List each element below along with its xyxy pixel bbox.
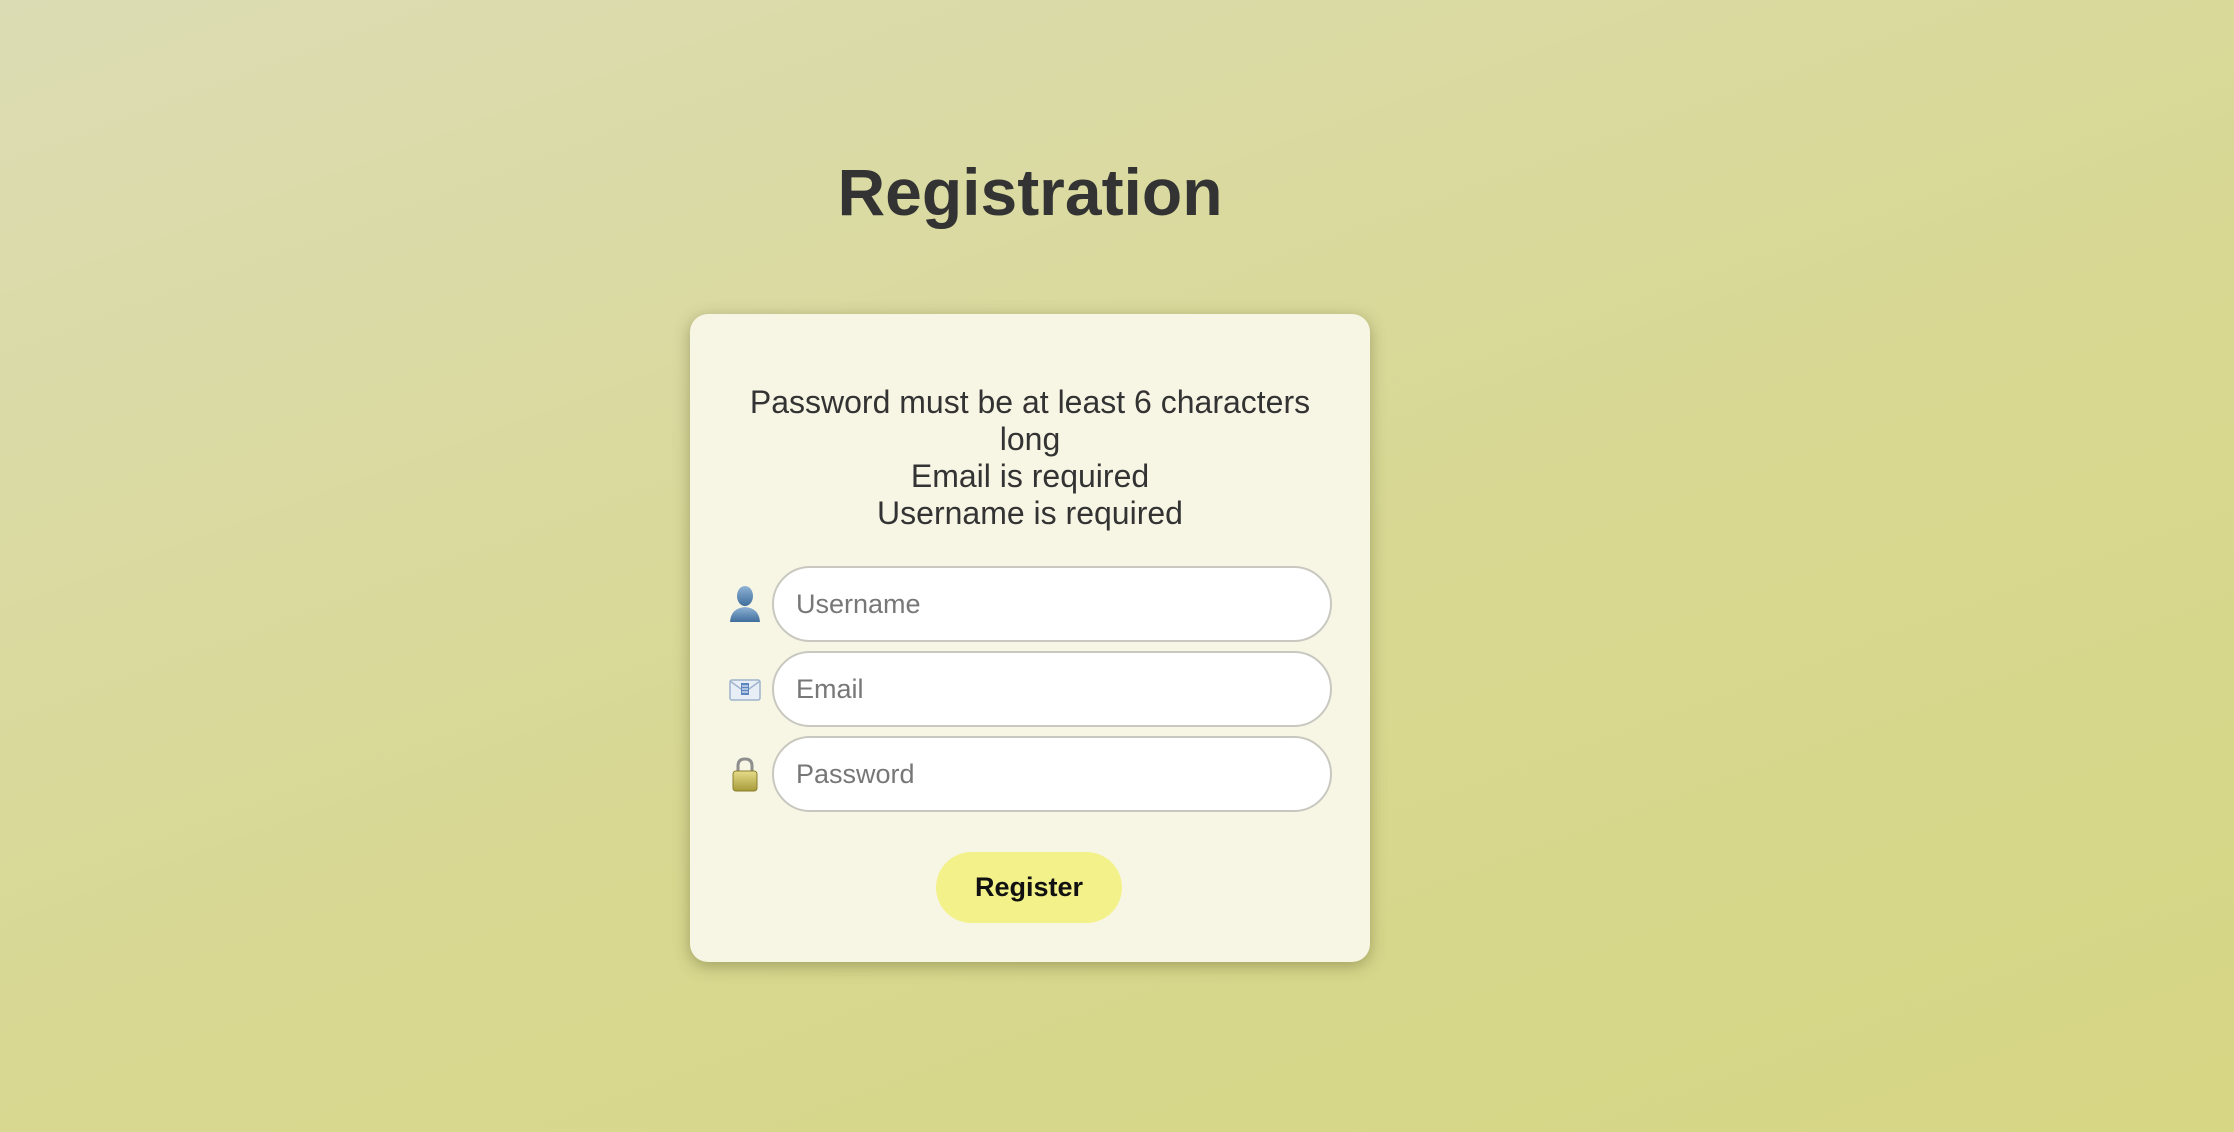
page-title: Registration <box>837 155 1223 229</box>
email-input[interactable] <box>772 651 1332 727</box>
error-password-length: Password must be at least 6 characters l… <box>749 384 1311 457</box>
password-input[interactable] <box>772 736 1332 812</box>
email-row <box>728 651 1332 727</box>
username-row <box>728 566 1332 642</box>
username-input[interactable] <box>772 566 1332 642</box>
error-messages: Password must be at least 6 characters l… <box>730 384 1330 532</box>
error-username-required: Username is required <box>877 495 1183 531</box>
lock-icon <box>728 754 762 794</box>
register-button[interactable]: Register <box>936 852 1122 923</box>
error-email-required: Email is required <box>910 458 1150 494</box>
registration-card: Password must be at least 6 characters l… <box>690 314 1370 962</box>
user-icon <box>728 584 762 624</box>
envelope-icon <box>728 669 762 709</box>
password-row <box>728 736 1332 812</box>
